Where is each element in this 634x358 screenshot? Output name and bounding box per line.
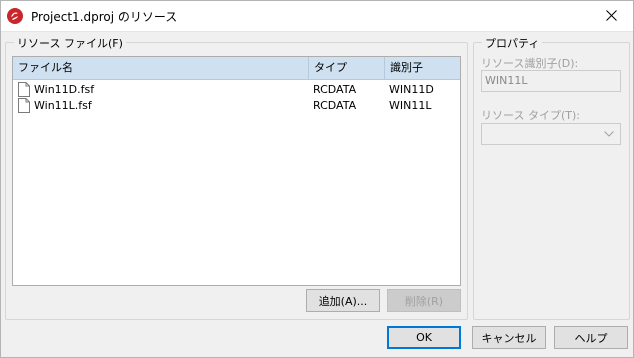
resource-files-legend-text: リソース ファイル(F) xyxy=(17,37,123,50)
column-header-filename[interactable]: ファイル名 xyxy=(13,57,309,79)
column-header-id[interactable]: 識別子 xyxy=(385,57,460,79)
table-row[interactable]: Win11D.fsf RCDATA WIN11D xyxy=(13,82,460,98)
list-header: ファイル名 タイプ 識別子 xyxy=(13,57,460,80)
window-title: Project1.dproj のリソース xyxy=(31,10,178,24)
file-type: RCDATA xyxy=(313,99,357,112)
table-row[interactable]: Win11L.fsf RCDATA WIN11L xyxy=(13,98,460,114)
file-id: WIN11D xyxy=(389,83,434,96)
close-button[interactable] xyxy=(588,0,634,31)
column-header-type[interactable]: タイプ xyxy=(309,57,385,79)
remove-button[interactable]: 削除(R) xyxy=(387,289,461,312)
resource-type-label: リソース タイプ(T): xyxy=(481,109,580,122)
resource-files-legend: リソース ファイル(F) xyxy=(14,35,126,51)
title-bar[interactable]: Project1.dproj のリソース xyxy=(0,0,634,32)
resource-type-select[interactable] xyxy=(481,123,621,145)
resource-id-field[interactable]: WIN11L xyxy=(481,70,621,92)
chevron-down-icon xyxy=(604,131,614,137)
file-id: WIN11L xyxy=(389,99,432,112)
file-icon xyxy=(18,98,30,113)
delphi-app-icon xyxy=(7,8,23,24)
resource-id-label: リソース識別子(D): xyxy=(481,57,579,70)
ok-button[interactable]: OK xyxy=(387,326,461,349)
file-name: Win11L.fsf xyxy=(34,99,92,112)
resource-file-list[interactable]: ファイル名 タイプ 識別子 Win11D.fsf RCDATA WIN11D W… xyxy=(12,56,461,286)
cancel-button[interactable]: キャンセル xyxy=(472,326,546,349)
file-icon xyxy=(18,82,30,97)
close-icon xyxy=(605,10,617,21)
file-name: Win11D.fsf xyxy=(34,83,95,96)
help-button[interactable]: ヘルプ xyxy=(554,326,628,349)
properties-legend: プロパティ xyxy=(482,35,543,51)
add-button[interactable]: 追加(A)... xyxy=(306,289,380,312)
file-type: RCDATA xyxy=(313,83,357,96)
